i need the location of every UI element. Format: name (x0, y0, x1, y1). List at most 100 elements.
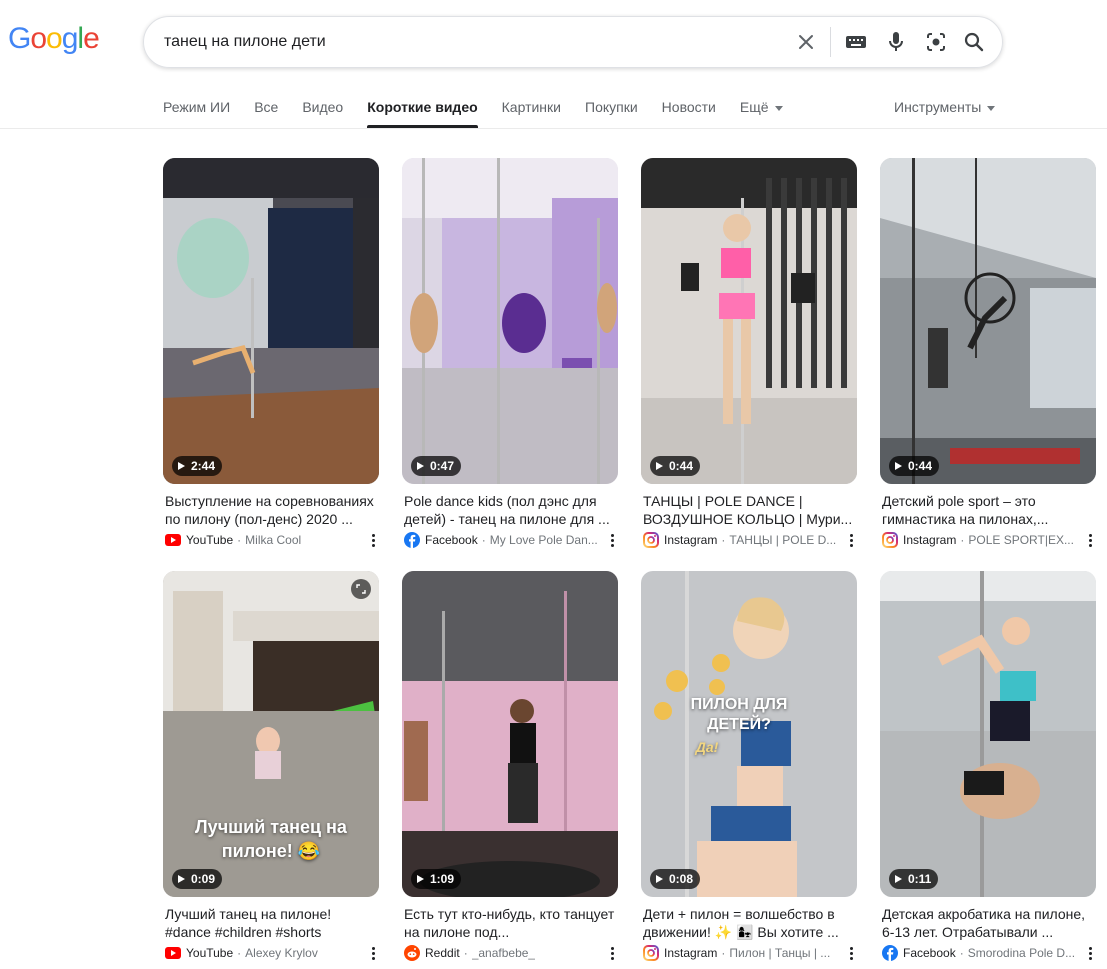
tab-label: Картинки (501, 99, 561, 115)
expand-icon[interactable] (351, 579, 371, 599)
video-thumbnail[interactable]: 0:11 (880, 571, 1096, 897)
source-name: Instagram (664, 533, 718, 547)
separator: · (481, 533, 486, 547)
video-thumbnail[interactable]: 2:44 (163, 158, 379, 484)
tools-label: Инструменты (894, 99, 982, 115)
video-title[interactable]: Дети + пилон = волшебство в движении! ✨ … (643, 905, 857, 941)
more-options-icon[interactable] (845, 530, 857, 550)
duration-badge: 1:09 (411, 869, 462, 889)
video-thumbnail[interactable]: 1:09 (402, 571, 618, 897)
logo-letter: e (83, 22, 100, 55)
duration-text: 0:09 (191, 872, 216, 886)
duration-badge: 0:09 (172, 869, 223, 889)
play-icon (895, 875, 902, 883)
more-options-icon[interactable] (845, 943, 857, 963)
more-options-icon[interactable] (606, 943, 618, 963)
separator: · (721, 946, 726, 960)
separator: · (463, 946, 468, 960)
video-thumbnail[interactable]: 0:44 (641, 158, 857, 484)
tab-videos[interactable]: Видео (302, 88, 343, 128)
overlay-caption: Лучший танец на пилоне! 😂 (195, 817, 347, 861)
tab-label: Ещё (739, 99, 769, 115)
video-title[interactable]: Выступление на соревнованиях по пилону (… (165, 492, 379, 528)
video-title[interactable]: ТАНЦЫ | POLE DANCE | ВОЗДУШНОЕ КОЛЬЦО | … (643, 492, 857, 528)
tools-button[interactable]: Инструменты (894, 88, 996, 128)
channel-name: My Love Pole Dan... (489, 533, 598, 547)
video-thumbnail[interactable]: Лучший танец на пилоне! 😂 0:09 (163, 571, 379, 897)
duration-text: 0:47 (430, 459, 455, 473)
duration-text: 0:11 (908, 872, 932, 886)
search-box (143, 16, 1003, 68)
source-name: YouTube (186, 533, 234, 547)
search-tabs: Режим ИИ Все Видео Короткие видео Картин… (163, 88, 807, 128)
more-options-icon[interactable] (367, 530, 379, 550)
play-icon (656, 875, 663, 883)
logo-letter: o (46, 22, 63, 55)
more-options-icon[interactable] (1084, 530, 1096, 550)
video-meta: Instagram · Пилон | Танцы | ... (643, 945, 843, 961)
search-input[interactable] (164, 17, 764, 67)
duration-badge: 0:44 (889, 456, 940, 476)
more-options-icon[interactable] (606, 530, 618, 550)
play-icon (417, 462, 424, 470)
logo-letter: g (61, 22, 79, 55)
tab-label: Короткие видео (367, 99, 478, 115)
duration-badge: 0:08 (650, 869, 701, 889)
video-title[interactable]: Лучший танец на пилоне! #dance #children… (165, 905, 379, 941)
tab-label: Видео (302, 99, 344, 115)
channel-name: Milka Cool (245, 533, 302, 547)
channel-name: POLE SPORT|EX... (968, 533, 1074, 547)
video-meta: YouTube · Alexey Krylov (165, 945, 365, 961)
channel-name: Smorodina Pole D... (967, 946, 1076, 960)
source-name: Reddit (425, 946, 460, 960)
video-title[interactable]: Детский pole sport – это гимнастика на п… (882, 492, 1096, 528)
more-options-icon[interactable] (1084, 943, 1096, 963)
microphone-icon[interactable] (884, 30, 908, 54)
video-title[interactable]: Есть тут кто-нибудь, кто танцует на пило… (404, 905, 618, 941)
tab-label: Все (254, 99, 279, 115)
tab-ai-mode[interactable]: Режим ИИ (163, 88, 230, 128)
duration-text: 2:44 (191, 459, 216, 473)
source-name: YouTube (186, 946, 234, 960)
keyboard-icon[interactable] (844, 30, 868, 54)
tab-images[interactable]: Картинки (502, 88, 561, 128)
duration-badge: 0:44 (650, 456, 701, 476)
video-title[interactable]: Детская акробатика на пилоне, 6-13 лет. … (882, 905, 1096, 941)
duration-badge: 0:11 (889, 869, 939, 889)
tab-more[interactable]: Ещё (740, 88, 783, 128)
separator: · (721, 533, 726, 547)
source-name: Instagram (903, 533, 957, 547)
play-icon (656, 462, 663, 470)
chevron-down-icon (774, 105, 783, 111)
lens-camera-icon[interactable] (924, 30, 948, 54)
google-logo[interactable]: Google (8, 22, 100, 56)
tab-short-videos[interactable]: Короткие видео (367, 88, 479, 128)
duration-text: 0:08 (669, 872, 694, 886)
logo-letter: G (8, 22, 31, 55)
overlay-caption: ПИЛОН ДЛЯ ДЕТЕЙ? (690, 696, 788, 733)
more-options-icon[interactable] (367, 943, 379, 963)
video-thumbnail[interactable]: 0:44 (880, 158, 1096, 484)
clear-icon[interactable] (794, 30, 818, 54)
channel-name: ТАНЦЫ | POLE D... (729, 533, 837, 547)
search-divider (830, 27, 831, 57)
video-thumbnail[interactable]: ПИЛОН ДЛЯ ДЕТЕЙ? Да! 0:08 (641, 571, 857, 897)
duration-badge: 2:44 (172, 456, 223, 476)
duration-badge: 0:47 (411, 456, 462, 476)
tab-shopping[interactable]: Покупки (585, 88, 638, 128)
channel-name: _anafbebe_ (471, 946, 536, 960)
overlay-caption-answer: Да! (695, 739, 719, 755)
tab-label: Покупки (585, 99, 638, 115)
youtube-icon (165, 945, 181, 961)
video-thumbnail[interactable]: 0:47 (402, 158, 618, 484)
search-icon[interactable] (962, 30, 986, 54)
play-icon (178, 875, 185, 883)
instagram-icon (643, 945, 659, 961)
video-title[interactable]: Pole dance kids (пол дэнс для детей) - т… (404, 492, 618, 528)
facebook-icon (882, 945, 898, 961)
tab-all[interactable]: Все (254, 88, 278, 128)
duration-text: 0:44 (908, 459, 933, 473)
source-name: Instagram (664, 946, 718, 960)
tab-news[interactable]: Новости (662, 88, 716, 128)
chevron-down-icon (987, 105, 996, 111)
